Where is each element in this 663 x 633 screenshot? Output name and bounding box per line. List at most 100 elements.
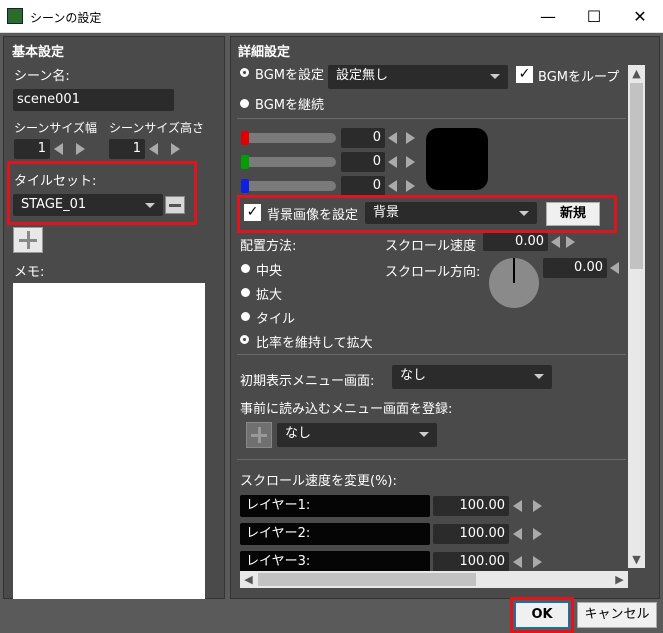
bgm-dropdown[interactable]: 設定無し [328, 65, 508, 89]
bg-image-checkbox[interactable]: ✓ [244, 204, 261, 221]
red-value[interactable]: 0 [341, 128, 385, 148]
tileset-value: STAGE_01 [21, 197, 87, 212]
increment-icon[interactable] [76, 143, 85, 155]
maximize-button[interactable]: ☐ [571, 0, 617, 32]
decrement-icon[interactable] [388, 180, 397, 192]
increment-icon[interactable] [533, 528, 542, 540]
decrement-icon[interactable] [388, 156, 397, 168]
bgm-set-label: BGMを設定 [255, 68, 324, 83]
scroll-speed-label: スクロール速度 [385, 239, 477, 254]
cancel-button[interactable]: キャンセル [577, 602, 657, 628]
decrement-icon[interactable] [551, 236, 560, 248]
decrement-icon[interactable] [513, 500, 522, 512]
ok-button[interactable]: OK [515, 602, 569, 628]
red-slider-handle[interactable] [241, 131, 249, 145]
scroll-down-icon[interactable]: ▼ [628, 551, 645, 568]
green-slider-handle[interactable] [241, 155, 249, 169]
chevron-down-icon [419, 432, 429, 437]
scene-width-value: 1 [14, 139, 50, 159]
blue-value[interactable]: 0 [341, 176, 385, 196]
bgm-loop-label: BGMをループ [538, 70, 620, 85]
scroll-direction-label: スクロール方向: [385, 265, 481, 280]
increment-icon[interactable] [533, 500, 542, 512]
layer-2-name: レイヤー2: [240, 523, 430, 545]
increment-icon[interactable] [566, 236, 575, 248]
chevron-down-icon [490, 74, 500, 79]
placement-center-radio[interactable] [241, 264, 250, 273]
bgm-value: 設定無し [336, 68, 389, 83]
blue-slider[interactable] [241, 181, 336, 191]
layer-1-value[interactable]: 100.00 [433, 496, 509, 516]
scroll-right-icon[interactable]: ▶ [611, 571, 628, 588]
scene-width-label: シーンサイズ幅 [14, 121, 98, 135]
scroll-up-icon[interactable]: ▲ [628, 65, 645, 82]
basic-settings-panel: 基本設定 シーン名: scene001 シーンサイズ幅 シーンサイズ高さ 1 1… [3, 36, 225, 599]
preload-menu-label: 事前に読み込むメニュー画面を登録: [240, 402, 453, 417]
chevron-down-icon [534, 374, 544, 379]
vertical-scroll-thumb[interactable] [630, 83, 643, 269]
initial-menu-dropdown[interactable]: なし [392, 365, 552, 389]
close-button[interactable]: ✕ [617, 0, 663, 32]
placement-label: 配置方法: [240, 239, 297, 254]
color-preview [426, 128, 488, 190]
divider [237, 118, 626, 119]
decrement-icon[interactable] [388, 132, 397, 144]
decrement-icon[interactable] [610, 262, 619, 274]
vertical-scrollbar[interactable]: ▲ ▼ [628, 65, 645, 568]
placement-tile-radio[interactable] [241, 312, 250, 321]
red-slider[interactable] [241, 133, 336, 143]
decrement-icon[interactable] [513, 556, 522, 568]
placement-keep-ratio-radio[interactable] [240, 335, 249, 344]
green-slider[interactable] [241, 157, 336, 167]
dial-needle [513, 258, 515, 283]
add-preload-menu-button[interactable] [246, 422, 272, 448]
layer-2-value[interactable]: 100.00 [433, 524, 509, 544]
new-button[interactable]: 新規 [546, 202, 600, 226]
increment-icon[interactable] [533, 556, 542, 568]
layer-3-value[interactable]: 100.00 [433, 552, 509, 572]
layer-3-name: レイヤー3: [240, 551, 430, 573]
increment-icon[interactable] [406, 132, 415, 144]
decrement-icon[interactable] [149, 143, 158, 155]
window-title: シーンの設定 [30, 11, 102, 25]
decrement-icon[interactable] [54, 143, 63, 155]
scroll-speed-value[interactable]: 0.00 [483, 233, 548, 251]
memo-label: メモ: [14, 265, 45, 280]
bgm-set-radio[interactable] [240, 68, 249, 77]
scroll-left-icon[interactable]: ◀ [240, 571, 257, 588]
increment-icon[interactable] [406, 156, 415, 168]
scene-width-stepper[interactable]: 1 [14, 139, 94, 159]
scene-name-input[interactable]: scene001 [13, 89, 174, 111]
chevron-down-icon [145, 203, 155, 208]
green-value[interactable]: 0 [341, 152, 385, 172]
horizontal-scroll-thumb[interactable] [258, 573, 476, 586]
memo-textarea[interactable] [13, 283, 205, 599]
remove-tileset-button[interactable] [165, 196, 185, 214]
add-tileset-button[interactable] [13, 227, 43, 253]
placement-center-label: 中央 [256, 264, 283, 279]
title-bar: シーンの設定 — ☐ ✕ [0, 0, 663, 33]
scroll-direction-value[interactable]: 0.00 [543, 258, 607, 278]
placement-keep-ratio-label: 比率を維持して拡大 [256, 336, 373, 351]
blue-slider-handle[interactable] [241, 179, 249, 193]
scene-height-stepper[interactable]: 1 [109, 139, 189, 159]
layer-1-name: レイヤー1: [240, 495, 430, 517]
bg-image-label: 背景画像を設定 [267, 208, 359, 223]
bgm-continue-radio[interactable] [240, 99, 249, 108]
preload-menu-dropdown[interactable]: なし [277, 423, 437, 447]
tileset-label: タイルセット: [14, 174, 97, 189]
scroll-change-label: スクロール速度を変更(%): [240, 474, 397, 489]
bg-image-dropdown[interactable]: 背景 [365, 202, 537, 224]
increment-icon[interactable] [406, 180, 415, 192]
detail-settings-panel: 詳細設定 BGMを設定 設定無し ✓ BGMをループ BGMを継続 0 0 0 … [230, 36, 660, 599]
divider [237, 354, 626, 355]
bgm-continue-label: BGMを継続 [255, 98, 324, 113]
minimize-button[interactable]: — [525, 0, 571, 32]
bgm-loop-checkbox[interactable]: ✓ [516, 66, 533, 83]
scroll-direction-dial[interactable] [489, 258, 539, 308]
tileset-dropdown[interactable]: STAGE_01 [13, 194, 163, 216]
horizontal-scrollbar[interactable]: ◀ ▶ [240, 571, 628, 588]
placement-stretch-radio[interactable] [241, 288, 250, 297]
decrement-icon[interactable] [513, 528, 522, 540]
increment-icon[interactable] [171, 143, 180, 155]
